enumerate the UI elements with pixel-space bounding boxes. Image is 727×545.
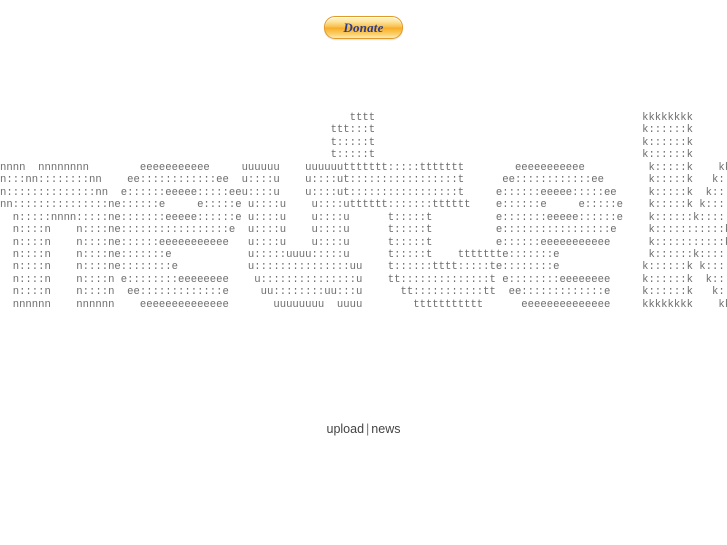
footer-links: upload | news xyxy=(0,422,727,436)
ascii-banner-container: tttt kkkkkkkk ttt:::t k::::::k t:::::t k… xyxy=(0,112,727,311)
donate-button[interactable]: Donate xyxy=(324,16,403,39)
upload-link[interactable]: upload xyxy=(327,422,365,436)
news-link[interactable]: news xyxy=(371,422,400,436)
ascii-art-banner: tttt kkkkkkkk ttt:::t k::::::k t:::::t k… xyxy=(0,112,727,311)
donate-button-container: Donate xyxy=(0,0,727,39)
